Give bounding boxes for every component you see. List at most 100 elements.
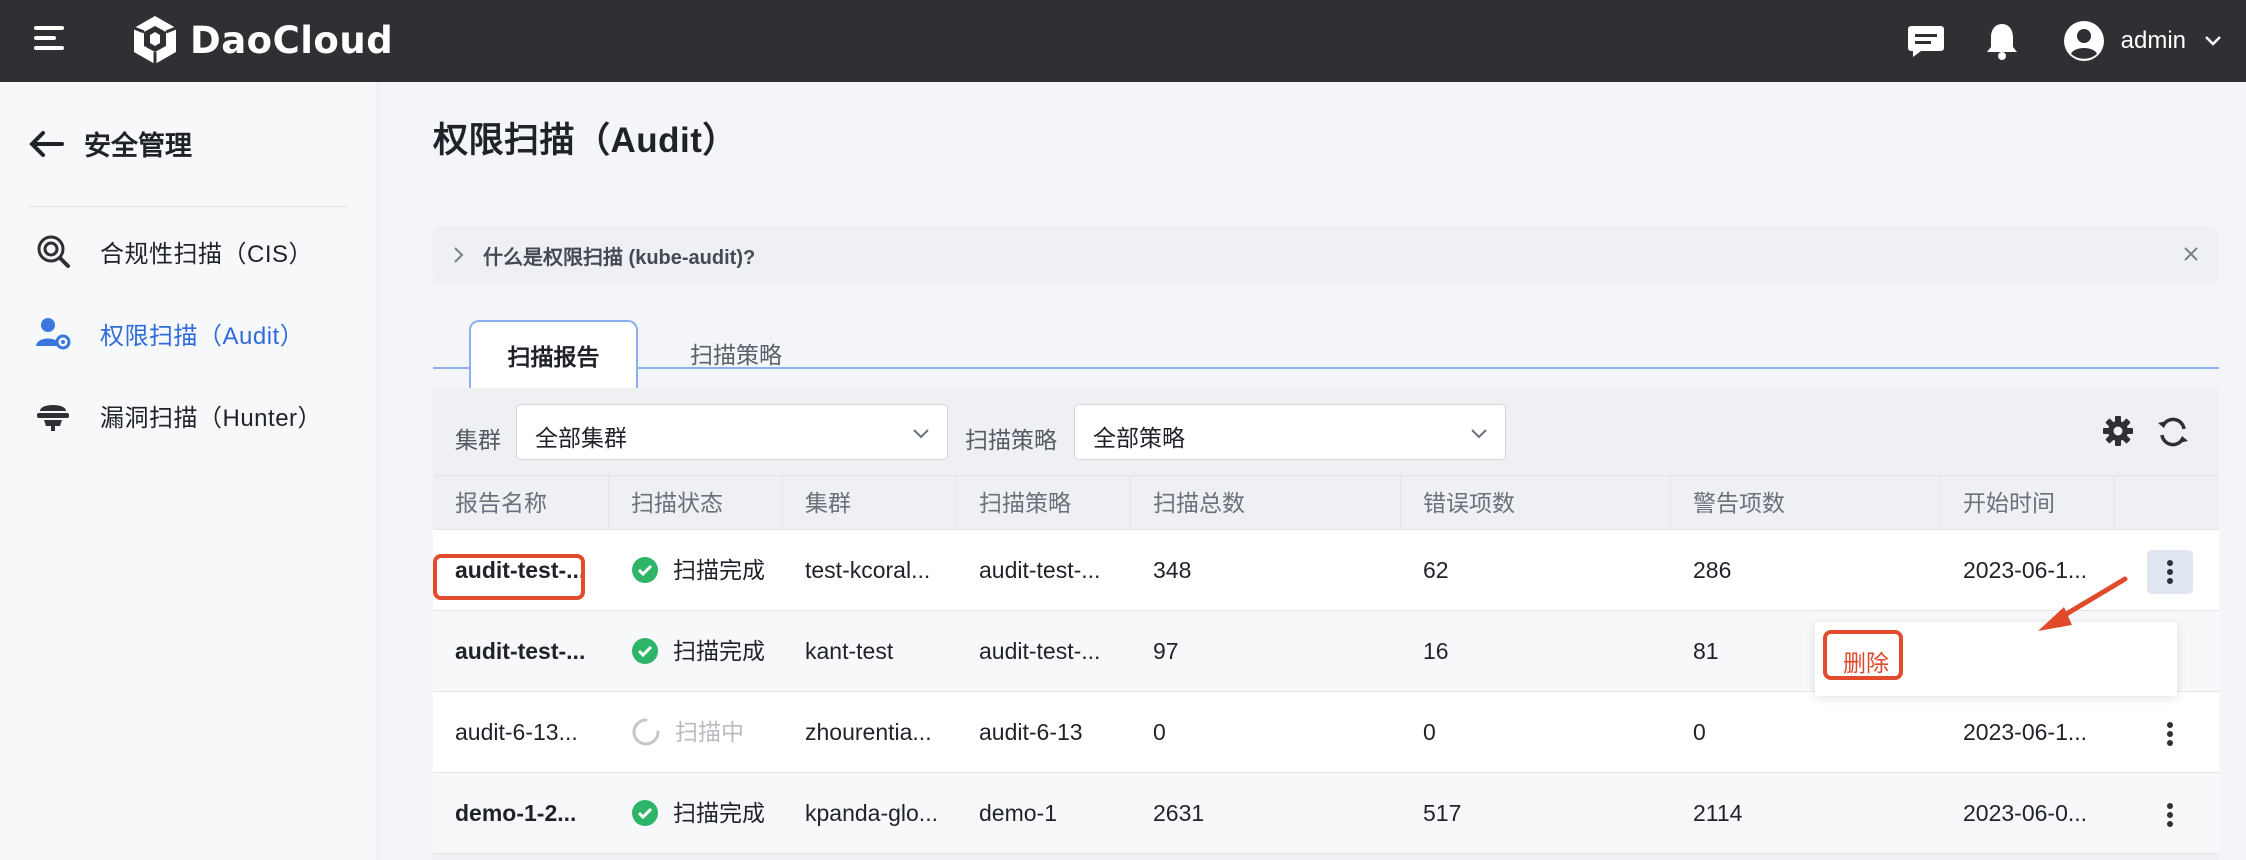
more-vertical-icon (2167, 803, 2173, 827)
sidebar-item-label: 漏洞扫描（Hunter） (100, 404, 323, 432)
page-title: 权限扫描（Audit） (433, 121, 738, 160)
sidebar-item-cis[interactable]: 合规性扫描（CIS） (34, 232, 313, 270)
status-text: 扫描中 (675, 719, 744, 745)
sidebar-item-audit[interactable]: 权限扫描（Audit） (34, 314, 304, 352)
warnings-cell: 286 (1693, 557, 1732, 583)
status-cell: 扫描完成 (609, 530, 783, 610)
check-circle-icon (632, 557, 658, 583)
more-actions-button[interactable] (2147, 550, 2193, 594)
col-report-name[interactable]: 报告名称 (433, 476, 609, 530)
cluster-cell: kant-test (805, 638, 894, 664)
more-actions-button[interactable] (2147, 793, 2193, 837)
errors-cell: 62 (1423, 557, 1449, 583)
menu-icon[interactable] (34, 24, 68, 52)
audit-user-icon (36, 318, 71, 350)
brand-name: DaoCloud (190, 18, 394, 62)
bell-icon[interactable] (1985, 22, 2019, 60)
back-button[interactable]: 安全管理 (28, 124, 192, 163)
errors-cell: 16 (1423, 638, 1449, 664)
cluster-cell: kpanda-glo... (805, 800, 938, 826)
col-total[interactable]: 扫描总数 (1131, 476, 1401, 530)
close-icon[interactable] (2181, 244, 2201, 264)
tab-scan-policies[interactable]: 扫描策略 (641, 320, 831, 386)
tab-scan-reports[interactable]: 扫描报告 (469, 320, 638, 388)
chevron-down-icon (2205, 36, 2221, 46)
more-actions-button[interactable] (2147, 712, 2193, 756)
sidebar-item-label: 权限扫描（Audit） (100, 322, 305, 350)
sidebar: 安全管理 合规性扫描（CIS） 权限扫描（Audit） 漏洞扫描（Hunter） (0, 82, 378, 860)
user-name: admin (2120, 27, 2186, 54)
user-avatar-icon (2063, 21, 2104, 61)
policy-select[interactable]: 全部策略 (1074, 404, 1506, 460)
total-cell: 348 (1153, 557, 1192, 583)
policy-cell: audit-6-13 (979, 719, 1083, 745)
brand-logo[interactable]: DaoCloud (130, 12, 393, 68)
chevron-down-icon (1471, 429, 1487, 439)
check-circle-icon (632, 638, 658, 664)
more-vertical-icon (2167, 722, 2173, 746)
status-cell: 扫描完成 (609, 773, 783, 853)
col-actions (2115, 476, 2219, 530)
sidebar-item-hunter[interactable]: 漏洞扫描（Hunter） (34, 396, 322, 434)
status-text: 扫描完成 (673, 800, 765, 826)
col-scan-status[interactable]: 扫描状态 (609, 476, 783, 530)
report-name-highlight (433, 554, 585, 600)
more-vertical-icon (2167, 560, 2173, 584)
total-cell: 0 (1153, 719, 1166, 745)
info-notice[interactable]: 什么是权限扫描 (kube-audit)? (433, 226, 2219, 284)
tab-bar: 扫描报告 扫描策略 (433, 320, 2219, 388)
table-row[interactable]: demo-1-2... 扫描完成 kpanda-glo... demo-1 26… (433, 773, 2219, 854)
status-text: 扫描完成 (673, 638, 765, 664)
table-row[interactable]: audit-test-... 扫描完成 test-kcoral... audit… (433, 530, 2219, 611)
status-cell: 扫描中 (609, 692, 783, 772)
status-cell: 扫描完成 (609, 611, 783, 691)
policy-cell: audit-test-... (979, 638, 1101, 664)
col-errors[interactable]: 错误项数 (1401, 476, 1671, 530)
warnings-cell: 2114 (1693, 800, 1743, 826)
policy-filter-label: 扫描策略 (965, 427, 1057, 453)
arrow-left-icon (29, 130, 64, 157)
sidebar-title: 安全管理 (84, 131, 192, 161)
cluster-cell: zhourentia... (805, 719, 932, 745)
table-header: 报告名称 扫描状态 集群 扫描策略 扫描总数 错误项数 警告项数 开始时间 (433, 475, 2219, 530)
settings-icon[interactable] (2102, 415, 2134, 447)
report-name-link[interactable]: audit-6-13... (433, 692, 609, 772)
top-bar: DaoCloud admin (0, 0, 2246, 82)
table-row[interactable]: audit-6-13... 扫描中 zhourentia... audit-6-… (433, 692, 2219, 773)
cluster-select[interactable]: 全部集群 (516, 404, 948, 460)
errors-cell: 517 (1423, 800, 1462, 826)
total-cell: 2631 (1153, 800, 1205, 826)
warnings-cell: 0 (1693, 719, 1706, 745)
notice-text: 什么是权限扫描 (kube-audit)? (483, 246, 756, 269)
col-start-time[interactable]: 开始时间 (1941, 476, 2115, 530)
errors-cell: 0 (1423, 719, 1436, 745)
message-icon[interactable] (1907, 23, 1945, 59)
sidebar-divider (28, 206, 348, 207)
main-content: 权限扫描（Audit） 什么是权限扫描 (kube-audit)? 扫描报告 扫… (379, 82, 2246, 860)
policy-cell: demo-1 (979, 800, 1057, 826)
cluster-select-value: 全部集群 (535, 425, 627, 451)
start-time-cell: 2023-06-0... (1963, 800, 2088, 826)
report-name-link[interactable]: demo-1-2... (433, 773, 609, 853)
col-cluster[interactable]: 集群 (783, 476, 957, 530)
delete-highlight (1823, 630, 1903, 680)
policy-select-value: 全部策略 (1093, 425, 1185, 451)
policy-cell: audit-test-... (979, 557, 1101, 583)
daocloud-logo-icon (133, 16, 177, 64)
col-scan-policy[interactable]: 扫描策略 (957, 476, 1131, 530)
loading-spinner-icon (632, 718, 660, 746)
cluster-cell: test-kcoral... (805, 557, 931, 583)
start-time-cell: 2023-06-1... (1963, 719, 2088, 745)
vuln-scan-icon (37, 405, 69, 431)
cluster-filter-label: 集群 (455, 427, 501, 453)
refresh-icon[interactable] (2156, 415, 2190, 449)
compliance-scan-icon (37, 235, 70, 268)
col-warnings[interactable]: 警告项数 (1671, 476, 1941, 530)
check-circle-icon (632, 800, 658, 826)
chevron-down-icon (913, 429, 929, 439)
report-name-link[interactable]: audit-test-... (433, 611, 609, 691)
chevron-right-icon (454, 247, 464, 263)
status-text: 扫描完成 (673, 557, 765, 583)
user-menu[interactable]: admin (2063, 20, 2222, 62)
annotation-arrow-icon (2038, 576, 2128, 631)
